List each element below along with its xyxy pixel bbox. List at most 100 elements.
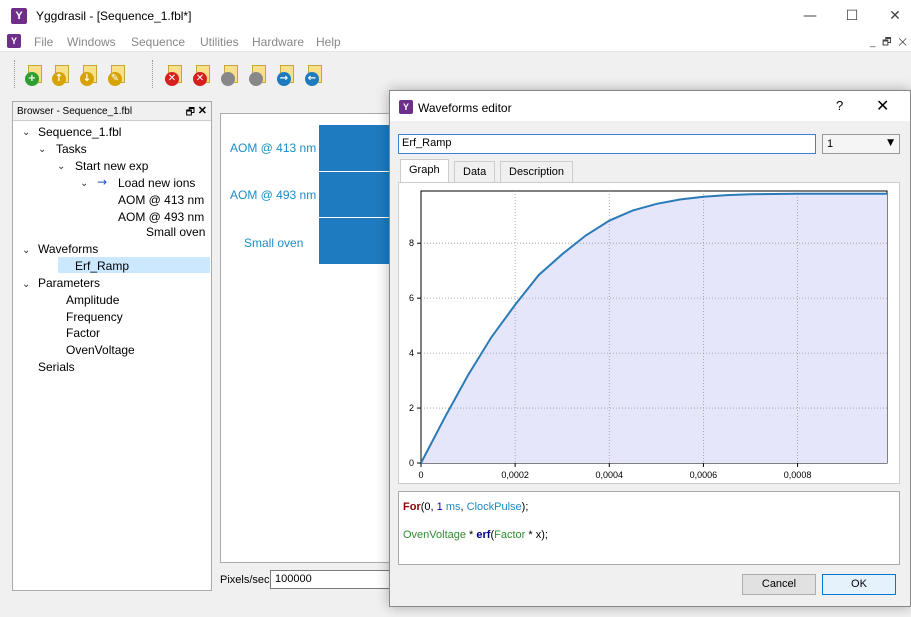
code-parameter: Factor xyxy=(494,529,526,541)
help-button[interactable]: ? xyxy=(836,98,843,113)
track-label-small-oven: Small oven xyxy=(244,236,304,250)
browser-header: Browser - Sequence_1.fbl 🗗 ✕ xyxy=(13,102,211,121)
mdi-controls[interactable]: _ 🗗 ✕ xyxy=(870,35,909,52)
tree-item-aom-413[interactable]: AOM @ 413 nm xyxy=(118,193,204,207)
toolbar-separator xyxy=(152,60,154,88)
window-title: Yggdrasil - [Sequence_1.fbl*] xyxy=(36,9,192,23)
remove-task-icon: ✕ xyxy=(165,72,179,86)
tree-item-aom-493[interactable]: AOM @ 493 nm xyxy=(118,210,204,224)
x-tick-label: 0 xyxy=(418,470,423,480)
x-tick-label: 0,0002 xyxy=(501,470,529,480)
chevron-down-icon[interactable]: ⌄ xyxy=(38,144,46,155)
x-tick-label: 0,0008 xyxy=(784,470,812,480)
open-task-icon: ↑ xyxy=(52,72,66,86)
track-bar[interactable] xyxy=(319,172,399,217)
y-tick-label: 2 xyxy=(409,403,414,413)
ok-button[interactable]: OK xyxy=(822,574,896,595)
back-button[interactable]: ← xyxy=(305,64,327,86)
menu-sequence[interactable]: Sequence xyxy=(131,35,185,49)
menu-app-icon[interactable]: Y xyxy=(7,34,21,48)
track-bar[interactable] xyxy=(319,218,399,264)
code-text: * xyxy=(466,529,477,541)
tree-item-frequency[interactable]: Frequency xyxy=(66,310,123,324)
tree-item-factor[interactable]: Factor xyxy=(66,326,100,340)
menu-bar: Y File Windows Sequence Utilities Hardwa… xyxy=(0,32,911,52)
app-icon: Y xyxy=(11,8,27,24)
tree-item-start-new-exp[interactable]: Start new exp xyxy=(75,159,148,173)
main-window: Y Yggdrasil - [Sequence_1.fbl*] — ☐ ✕ Y … xyxy=(0,0,911,617)
float-icon[interactable]: 🗗 xyxy=(186,105,195,122)
code-variable: ClockPulse xyxy=(466,501,522,513)
close-button[interactable]: ✕ xyxy=(880,6,910,26)
code-editor[interactable]: For(0, 1 ms, ClockPulse); OvenVoltage * … xyxy=(398,491,900,565)
forward-button[interactable]: → xyxy=(277,64,299,86)
cancel-button[interactable]: Cancel xyxy=(742,574,816,595)
copy-button[interactable] xyxy=(221,64,243,86)
code-text: * x); xyxy=(525,529,548,541)
panel-close-icon[interactable]: ✕ xyxy=(198,104,207,117)
copy-icon xyxy=(221,72,235,86)
chevron-down-icon[interactable]: ⌄ xyxy=(57,161,65,172)
x-tick-label: 0,0006 xyxy=(690,470,718,480)
code-function: erf xyxy=(476,529,491,541)
forward-icon: → xyxy=(277,72,291,86)
channel-select[interactable]: 1 ▼ xyxy=(822,134,900,154)
tab-data[interactable]: Data xyxy=(454,161,496,182)
menu-file[interactable]: File xyxy=(34,35,53,49)
remove-all-icon: ✕ xyxy=(193,72,207,86)
y-tick-label: 0 xyxy=(409,458,414,468)
code-line: For(0, 1 ms, ClockPulse); xyxy=(403,501,528,513)
tab-description[interactable]: Description xyxy=(500,161,574,182)
edit-task-icon: ✎ xyxy=(108,72,122,86)
chevron-down-icon[interactable]: ⌄ xyxy=(22,127,30,138)
tree-item-sequence[interactable]: Sequence_1.fbl xyxy=(38,125,121,139)
tree-item-tasks[interactable]: Tasks xyxy=(56,142,87,156)
tab-graph[interactable]: Graph xyxy=(400,159,449,183)
dialog-close-button[interactable]: ✕ xyxy=(876,96,889,115)
track-label-aom-493: AOM @ 493 nm xyxy=(230,188,317,202)
new-task-button[interactable]: + xyxy=(25,64,47,86)
minimize-button[interactable]: — xyxy=(795,6,825,26)
chevron-down-icon: ▼ xyxy=(887,138,894,148)
track-label-aom-413: AOM @ 413 nm xyxy=(230,141,317,155)
browser-title: Browser - Sequence_1.fbl xyxy=(17,106,133,117)
y-tick-label: 8 xyxy=(409,238,414,248)
graph-pane: 0 0,0002 0,0004 0,0006 0,0008 0 2 4 6 8 xyxy=(398,182,900,484)
tree-item-small-oven[interactable]: Small oven xyxy=(146,225,205,239)
tree-item-load-new-ions[interactable]: Load new ions xyxy=(118,176,195,190)
tree-item-amplitude[interactable]: Amplitude xyxy=(66,293,119,307)
tree-item-parameters[interactable]: Parameters xyxy=(38,276,100,290)
chevron-down-icon[interactable]: ⌄ xyxy=(22,245,30,256)
waveforms-editor-dialog: Y Waveforms editor ? ✕ Erf_Ramp 1 ▼ Grap… xyxy=(389,90,911,607)
remove-task-button[interactable]: ✕ xyxy=(165,64,187,86)
dialog-app-icon: Y xyxy=(399,100,413,114)
menu-windows[interactable]: Windows xyxy=(67,35,116,49)
code-text: ); xyxy=(521,501,529,513)
menu-utilities[interactable]: Utilities xyxy=(200,35,239,49)
remove-all-button[interactable]: ✕ xyxy=(193,64,215,86)
waveform-name-input[interactable]: Erf_Ramp xyxy=(398,134,816,154)
code-parameter: OvenVoltage xyxy=(403,529,466,541)
open-task-button[interactable]: ↑ xyxy=(52,64,74,86)
code-unit: ms xyxy=(442,501,461,513)
chevron-down-icon[interactable]: ⌄ xyxy=(22,279,30,290)
paste-button[interactable] xyxy=(249,64,271,86)
waveform-chart[interactable]: 0 0,0002 0,0004 0,0006 0,0008 0 2 4 6 8 xyxy=(399,183,899,483)
save-down-button[interactable]: ↓ xyxy=(80,64,102,86)
dialog-title-bar: Y Waveforms editor ? ✕ xyxy=(390,91,910,121)
tree-item-erf-ramp[interactable]: Erf_Ramp xyxy=(75,259,129,273)
chevron-down-icon[interactable]: ⌄ xyxy=(80,178,88,189)
pixels-per-sec-input[interactable]: 100000 xyxy=(270,570,400,589)
tree-item-waveforms[interactable]: Waveforms xyxy=(38,242,98,256)
arrow-right-icon: → xyxy=(97,175,108,189)
track-bar[interactable] xyxy=(319,125,399,171)
new-task-icon: + xyxy=(25,72,39,86)
tree-item-ovenvoltage[interactable]: OvenVoltage xyxy=(66,343,135,357)
edit-task-button[interactable]: ✎ xyxy=(108,64,130,86)
maximize-button[interactable]: ☐ xyxy=(837,6,867,26)
menu-hardware[interactable]: Hardware xyxy=(252,35,304,49)
save-down-icon: ↓ xyxy=(80,72,94,86)
channel-select-value: 1 xyxy=(827,138,834,150)
tree-item-serials[interactable]: Serials xyxy=(38,360,75,374)
menu-help[interactable]: Help xyxy=(316,35,341,49)
